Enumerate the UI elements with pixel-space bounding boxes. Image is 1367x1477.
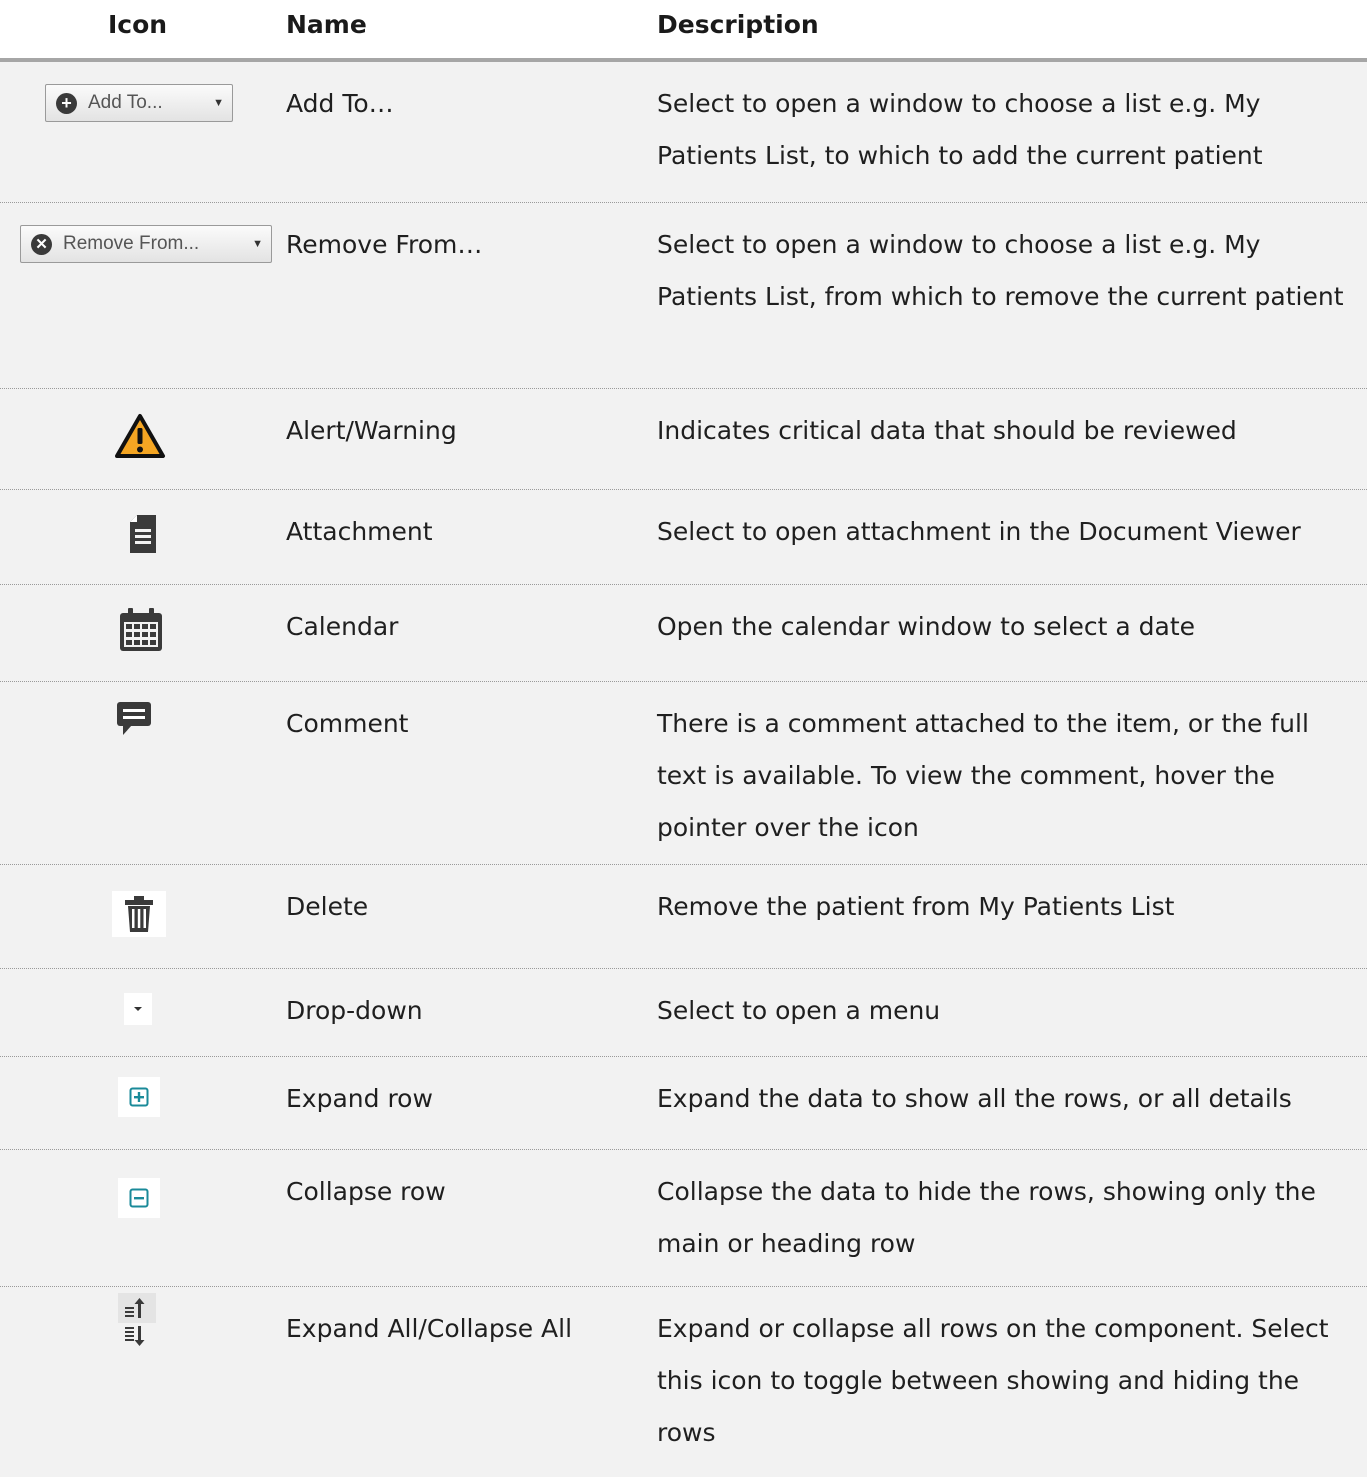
table-row: Calendar Open the calendar window to sel… bbox=[0, 585, 1367, 682]
table-row: Collapse row Collapse the data to hide t… bbox=[0, 1150, 1367, 1287]
expand-collapse-all-icon[interactable] bbox=[118, 1293, 156, 1353]
row-description: Open the calendar window to select a dat… bbox=[657, 612, 1196, 641]
remove-from-button[interactable]: ✕ Remove From... ▼ bbox=[20, 225, 272, 263]
row-name: Expand row bbox=[286, 1084, 433, 1113]
row-name: Delete bbox=[286, 892, 369, 921]
row-description: Remove the patient from My Patients List bbox=[657, 892, 1175, 921]
table-row: Expand row Expand the data to show all t… bbox=[0, 1057, 1367, 1150]
comment-icon bbox=[115, 700, 153, 736]
chevron-down-icon: ▼ bbox=[252, 238, 263, 250]
row-description: Expand or collapse all rows on the compo… bbox=[657, 1314, 1329, 1447]
minus-box-icon[interactable] bbox=[118, 1178, 160, 1218]
row-description: Collapse the data to hide the rows, show… bbox=[657, 1177, 1316, 1258]
add-to-button[interactable]: + Add To... ▼ bbox=[45, 84, 233, 122]
table-row: ✕ Remove From... ▼ Remove From… Select t… bbox=[0, 203, 1367, 389]
document-icon bbox=[128, 514, 158, 554]
row-name: Alert/Warning bbox=[286, 416, 457, 445]
plus-circle-icon: + bbox=[56, 92, 77, 114]
table-row: Drop-down Select to open a menu bbox=[0, 969, 1367, 1057]
plus-box-icon[interactable] bbox=[118, 1077, 160, 1117]
warning-icon bbox=[114, 413, 166, 459]
trash-icon bbox=[112, 891, 166, 937]
table-row: Expand All/Collapse All Expand or collap… bbox=[0, 1287, 1367, 1477]
row-description: Expand the data to show all the rows, or… bbox=[657, 1084, 1292, 1113]
chevron-down-icon: ▼ bbox=[213, 97, 224, 109]
table-row: Delete Remove the patient from My Patien… bbox=[0, 865, 1367, 969]
row-description: Select to open a window to choose a list… bbox=[657, 230, 1344, 311]
table-row: Attachment Select to open attachment in … bbox=[0, 490, 1367, 585]
row-name: Collapse row bbox=[286, 1177, 446, 1206]
header-name: Name bbox=[286, 10, 367, 39]
row-name: Comment bbox=[286, 709, 409, 738]
row-description: Select to open attachment in the Documen… bbox=[657, 517, 1301, 546]
calendar-icon bbox=[118, 607, 164, 653]
row-name: Add To… bbox=[286, 89, 394, 118]
row-description: Select to open a menu bbox=[657, 996, 941, 1025]
header-icon: Icon bbox=[108, 10, 168, 39]
table-row: + Add To... ▼ Add To… Select to open a w… bbox=[0, 62, 1367, 203]
add-to-button-label: Add To... bbox=[88, 92, 163, 113]
row-name: Drop-down bbox=[286, 996, 423, 1025]
header-description: Description bbox=[657, 10, 819, 39]
row-name: Attachment bbox=[286, 517, 433, 546]
table-row: Alert/Warning Indicates critical data th… bbox=[0, 389, 1367, 490]
row-name: Calendar bbox=[286, 612, 399, 641]
table-row: Comment There is a comment attached to t… bbox=[0, 682, 1367, 865]
row-description: Indicates critical data that should be r… bbox=[657, 416, 1237, 445]
table-header: Icon Name Description bbox=[0, 0, 1367, 62]
close-circle-icon: ✕ bbox=[31, 233, 52, 255]
row-description: Select to open a window to choose a list… bbox=[657, 89, 1263, 170]
dropdown-icon[interactable] bbox=[124, 993, 152, 1025]
row-description: There is a comment attached to the item,… bbox=[657, 709, 1309, 842]
remove-from-button-label: Remove From... bbox=[63, 233, 200, 254]
row-name: Expand All/Collapse All bbox=[286, 1314, 573, 1343]
row-name: Remove From… bbox=[286, 230, 483, 259]
